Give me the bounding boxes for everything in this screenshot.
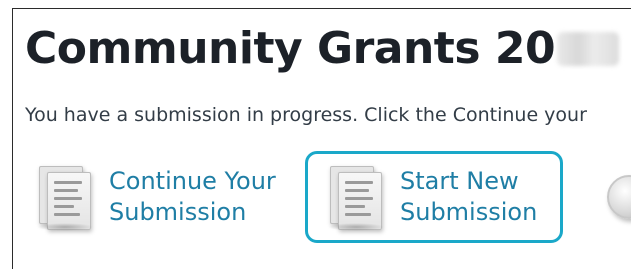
document-icon (320, 163, 384, 231)
continue-submission-line2: Submission (109, 198, 247, 226)
content-panel: Community Grants 20 You have a submissio… (12, 8, 631, 269)
page-title: Community Grants 20 (25, 23, 620, 74)
document-icon (29, 163, 93, 231)
circle-icon (607, 175, 631, 219)
start-new-submission-label: Start New Submission (400, 166, 537, 228)
continue-submission-option[interactable]: Continue Your Submission (29, 151, 311, 243)
third-option[interactable] (601, 151, 631, 243)
continue-submission-line1: Continue Your (109, 167, 276, 195)
redacted-year (557, 32, 620, 66)
start-new-submission-line2: Submission (400, 198, 538, 226)
start-new-submission-line1: Start New (400, 167, 519, 195)
continue-submission-label: Continue Your Submission (109, 166, 276, 228)
start-new-submission-option[interactable]: Start New Submission (305, 151, 563, 243)
intro-text: You have a submission in progress. Click… (25, 104, 587, 126)
page-title-text: Community Grants 20 (25, 23, 556, 74)
